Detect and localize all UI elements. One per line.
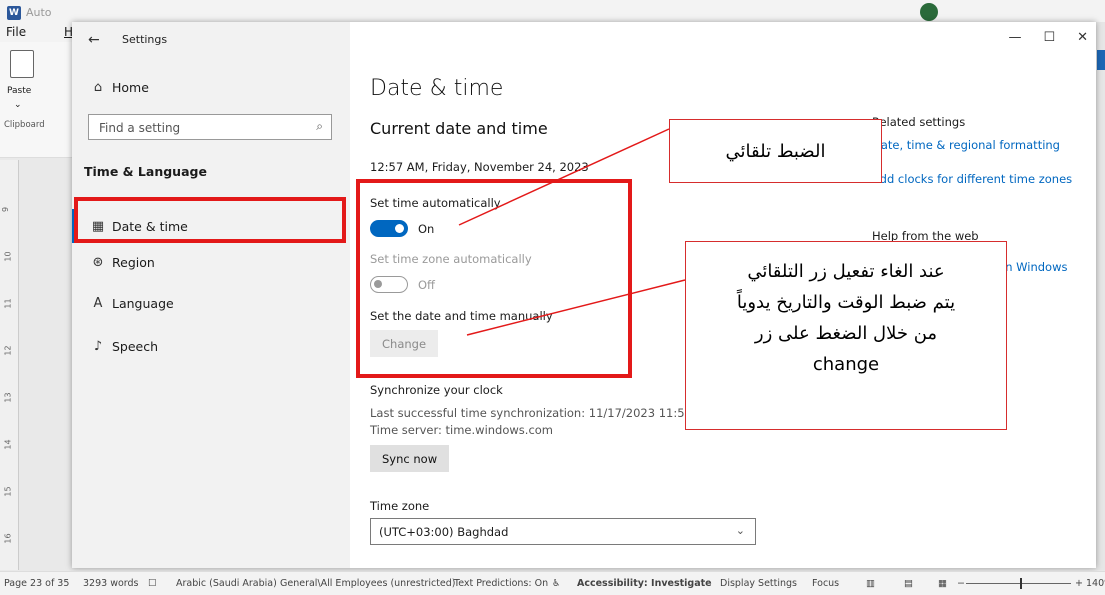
- annotation-line-1: [458, 128, 670, 226]
- annotation-line-2: [466, 279, 686, 336]
- callout-line: عند الغاء تفعيل زر التلقائي: [747, 261, 945, 282]
- zoom-out-icon[interactable]: −: [957, 578, 965, 589]
- print-layout-icon[interactable]: ▤: [904, 578, 913, 589]
- zoom-level[interactable]: 140%: [1086, 578, 1105, 589]
- display-settings[interactable]: Display Settings: [720, 578, 797, 589]
- annotation-callout-auto: الضبط تلقائي: [669, 119, 882, 183]
- sensitivity-status[interactable]: General\All Employees (unrestricted): [280, 578, 456, 589]
- accessibility-icon: ♿: [552, 578, 561, 589]
- status-bar: Page 23 of 35 3293 words ☐ Arabic (Saudi…: [0, 571, 1105, 595]
- proofing-icon[interactable]: ☐: [148, 578, 157, 589]
- page-count[interactable]: Page 23 of 35: [4, 578, 69, 589]
- web-layout-icon[interactable]: ▦: [938, 578, 947, 589]
- callout-line: من خلال الضغط على زر: [754, 323, 938, 344]
- zoom-slider[interactable]: [966, 583, 1071, 584]
- text-predictions-status[interactable]: Text Predictions: On: [454, 578, 548, 589]
- focus-mode[interactable]: Focus: [812, 578, 839, 589]
- accessibility-status[interactable]: Accessibility: Investigate: [577, 578, 712, 589]
- zoom-in-icon[interactable]: +: [1075, 578, 1083, 589]
- callout-line: يتم ضبط الوقت والتاريخ يدوياً: [736, 292, 956, 313]
- annotation-callout-manual: عند الغاء تفعيل زر التلقائي يتم ضبط الوق…: [685, 241, 1007, 430]
- zoom-slider-thumb[interactable]: [1020, 578, 1022, 589]
- callout-line: change: [812, 354, 880, 375]
- language-status[interactable]: Arabic (Saudi Arabia): [176, 578, 277, 589]
- read-mode-icon[interactable]: ▥: [866, 578, 875, 589]
- word-count[interactable]: 3293 words: [83, 578, 139, 589]
